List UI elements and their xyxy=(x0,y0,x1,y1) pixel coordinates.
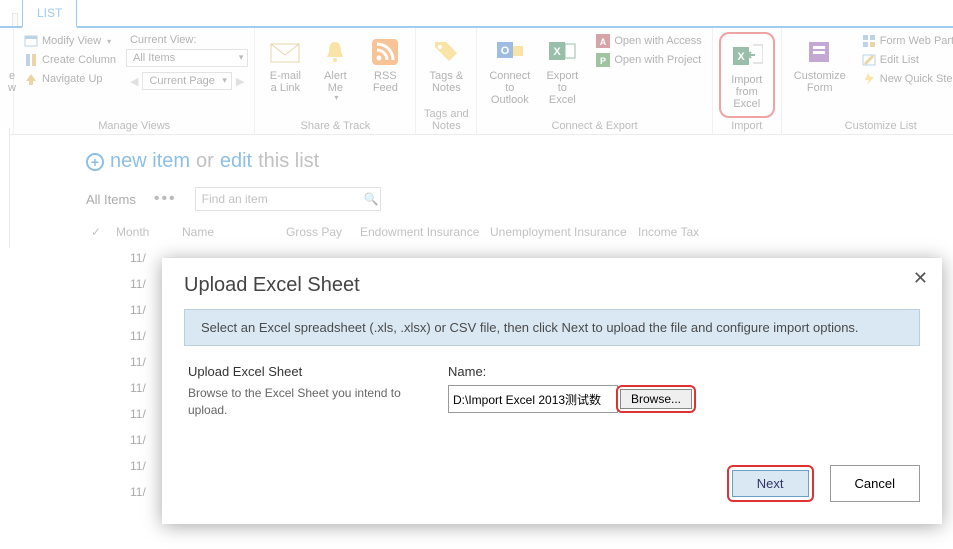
svg-text:A: A xyxy=(600,37,607,47)
col-gross[interactable]: Gross Pay xyxy=(286,225,360,239)
group-label: Customize List xyxy=(788,118,953,132)
connect-outlook-button[interactable]: O Connect to Outlook xyxy=(483,32,536,110)
dialog-banner: Select an Excel spreadsheet (.xls, .xlsx… xyxy=(184,309,920,346)
rss-icon xyxy=(369,36,401,68)
group-label: Manage Views xyxy=(20,118,248,132)
select-all-checkbox[interactable]: ✓ xyxy=(86,225,116,239)
infopath-icon xyxy=(804,36,836,68)
current-page-button[interactable]: Current Page xyxy=(142,72,231,90)
rss-feed-button[interactable]: RSS Feed xyxy=(361,32,409,98)
ribbon-group-connect-export: O Connect to Outlook X Export to Excel A… xyxy=(477,28,712,134)
new-item-link[interactable]: new item xyxy=(110,150,190,173)
col-tax[interactable]: Income Tax xyxy=(638,225,709,239)
edit-list-icon xyxy=(862,53,876,67)
ribbon-group-manage-views: Modify View▾ Create Column Navigate Up C… xyxy=(14,28,255,134)
file-path-input[interactable] xyxy=(448,385,618,413)
search-input[interactable] xyxy=(196,190,363,208)
import-from-excel-button[interactable]: X Import from Excel xyxy=(723,36,771,114)
navigate-up-icon xyxy=(24,72,38,86)
edit-list-link[interactable]: edit xyxy=(220,150,252,173)
svg-text:P: P xyxy=(600,56,606,66)
new-item-bar: + new item or edit this list xyxy=(86,150,953,173)
bell-icon xyxy=(319,36,351,68)
tags-notes-button[interactable]: Tags & Notes xyxy=(422,32,470,98)
browse-button[interactable]: Browse... xyxy=(620,389,692,409)
webparts-icon xyxy=(862,34,876,48)
new-quick-step-button[interactable]: New Quick Step xyxy=(858,70,953,88)
modify-view-button[interactable]: Modify View▾ xyxy=(20,32,120,50)
column-headers: ✓ Month Name Gross Pay Endowment Insuran… xyxy=(86,225,953,239)
svg-text:X: X xyxy=(554,46,562,58)
alert-me-button[interactable]: Alert Me▾ xyxy=(311,32,359,107)
col-name[interactable]: Name xyxy=(182,225,286,239)
group-label: Import xyxy=(719,118,775,132)
view-all-items[interactable]: All Items xyxy=(86,192,136,207)
view-more-menu[interactable]: ••• xyxy=(154,190,177,208)
ribbon: ew Modify View▾ Create Column Navigate U… xyxy=(0,28,953,135)
col-unemp[interactable]: Unemployment Insurance xyxy=(490,225,638,239)
current-view-dropdown[interactable]: All Items xyxy=(126,49,248,67)
search-box[interactable]: 🔍 xyxy=(195,187,381,211)
open-access-button[interactable]: A Open with Access xyxy=(592,32,705,50)
open-project-button[interactable]: P Open with Project xyxy=(592,51,705,69)
ribbon-group-customize-list: Customize Form Form Web Parts▾ Edit List… xyxy=(782,28,953,134)
ribbon-group-import: X Import from Excel Import xyxy=(713,28,782,134)
customize-form-button[interactable]: Customize Form xyxy=(788,32,852,98)
left-nav-edge xyxy=(0,128,10,248)
tab-unknown[interactable] xyxy=(12,13,18,26)
upload-excel-dialog: ✕ Upload Excel Sheet Select an Excel spr… xyxy=(162,258,942,524)
name-label: Name: xyxy=(448,364,916,379)
col-endow[interactable]: Endowment Insurance xyxy=(360,225,490,239)
form-web-parts-button[interactable]: Form Web Parts▾ xyxy=(858,32,953,50)
create-column-button[interactable]: Create Column xyxy=(20,51,120,69)
ribbon-tabs: LIST xyxy=(0,0,953,28)
dialog-hint: Browse to the Excel Sheet you intend to … xyxy=(188,385,408,419)
edit-list-button[interactable]: Edit List xyxy=(858,51,953,69)
email-link-button[interactable]: E-mail a Link xyxy=(261,32,309,98)
navigate-up-button[interactable]: Navigate Up xyxy=(20,70,120,88)
group-label: Connect & Export xyxy=(483,118,705,132)
next-button[interactable]: Next xyxy=(732,470,809,497)
excel-icon: X xyxy=(546,36,578,68)
search-icon[interactable]: 🔍 xyxy=(363,192,380,206)
group-label: Tags and Notes xyxy=(422,106,470,132)
col-month[interactable]: Month xyxy=(116,225,182,239)
dialog-title: Upload Excel Sheet xyxy=(184,258,920,309)
current-view-label: Current View: xyxy=(126,32,248,48)
export-excel-button[interactable]: X Export to Excel xyxy=(538,32,586,110)
svg-text:X: X xyxy=(737,51,745,63)
plus-icon[interactable]: + xyxy=(86,153,104,171)
import-excel-icon: X xyxy=(731,40,763,72)
project-icon: P xyxy=(596,53,610,67)
tab-list[interactable]: LIST xyxy=(22,0,77,28)
modify-view-icon xyxy=(24,34,38,48)
svg-text:O: O xyxy=(501,45,510,57)
ribbon-group-share-track: E-mail a Link Alert Me▾ RSS Feed Share &… xyxy=(255,28,416,134)
tag-icon xyxy=(430,36,462,68)
dialog-section-title: Upload Excel Sheet xyxy=(188,364,408,379)
cancel-button[interactable]: Cancel xyxy=(830,465,920,502)
quickstep-icon xyxy=(862,72,876,86)
access-icon: A xyxy=(596,34,610,48)
create-column-icon xyxy=(24,53,38,67)
group-label: Share & Track xyxy=(261,118,409,132)
ribbon-group-tags: Tags & Notes Tags and Notes xyxy=(416,28,477,134)
outlook-icon: O xyxy=(494,36,526,68)
mail-icon xyxy=(269,36,301,68)
close-icon[interactable]: ✕ xyxy=(913,268,928,289)
